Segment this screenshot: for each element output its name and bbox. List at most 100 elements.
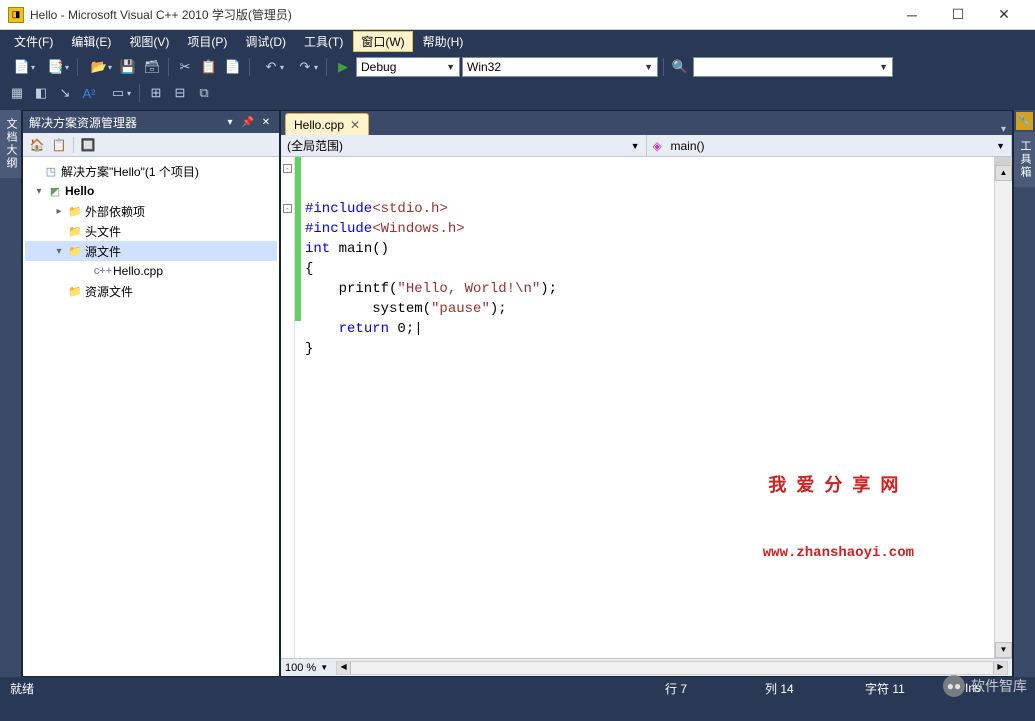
tb2-btn1[interactable]: ▦ — [6, 82, 28, 104]
project-icon: ◩ — [47, 183, 63, 199]
scroll-right-icon[interactable]: ▶ — [993, 662, 1007, 674]
tb2-btn3[interactable]: ↘ — [54, 82, 76, 104]
file-tab[interactable]: Hello.cpp ✕ — [285, 113, 369, 135]
menu-item[interactable]: 帮助(H) — [415, 31, 472, 52]
tb2-btn8[interactable]: ⧉ — [193, 82, 215, 104]
editor-footer: 100 %▼ ◀ ▶ — [281, 658, 1012, 676]
tree-file-node[interactable]: c++Hello.cpp — [25, 261, 277, 281]
status-ready: 就绪 — [10, 680, 70, 697]
tree-folder-node[interactable]: ▾📁源文件 — [25, 241, 277, 261]
code-line[interactable]: system("pause"); — [305, 299, 990, 319]
code-editor[interactable]: #include<stdio.h>#include<Windows.h>int … — [301, 157, 994, 658]
folder-icon: 📁 — [67, 203, 83, 219]
zoom-combo[interactable]: 100 %▼ — [285, 662, 328, 674]
tree-folder-node[interactable]: 📁头文件 — [25, 221, 277, 241]
scope-combo[interactable]: (全局范围)▼ — [281, 135, 647, 156]
doc-outline-tab[interactable]: 文档大纲 — [0, 110, 21, 178]
scroll-up-icon[interactable]: ▲ — [995, 165, 1012, 181]
code-line[interactable]: printf("Hello, World!\n"); — [305, 279, 990, 299]
split-handle[interactable] — [995, 157, 1012, 165]
nav-bar: (全局范围)▼ ◈ main()▼ — [281, 135, 1012, 157]
undo-button[interactable]: ↶ — [255, 56, 287, 78]
tb2-btn2[interactable]: ◧ — [30, 82, 52, 104]
menu-item[interactable]: 调试(D) — [237, 31, 294, 52]
tree-folder-node[interactable]: ▸📁外部依赖项 — [25, 201, 277, 221]
file-tab-label: Hello.cpp — [294, 118, 344, 132]
panel-dropdown-icon[interactable]: ▾ — [223, 115, 237, 129]
panel-pin-icon[interactable]: 📌 — [241, 115, 255, 129]
new-project-button[interactable]: 📄 — [6, 56, 38, 78]
code-line[interactable]: #include<stdio.h> — [305, 199, 990, 219]
project-node[interactable]: ▾ ◩ Hello — [25, 181, 277, 201]
scroll-left-icon[interactable]: ◀ — [337, 662, 351, 674]
sln-home-icon[interactable]: 🏠 — [27, 135, 47, 155]
folder-icon: 📁 — [67, 223, 83, 239]
window-title: Hello - Microsoft Visual C++ 2010 学习版(管理… — [30, 6, 889, 23]
tree-folder-node[interactable]: 📁资源文件 — [25, 281, 277, 301]
solution-explorer-panel: 解决方案资源管理器 ▾ 📌 ✕ 🏠 📋 🔲 ◳ 解决方案"Hello"(1 个项… — [22, 110, 280, 677]
menu-bar: 文件(F)编辑(E)视图(V)项目(P)调试(D)工具(T)窗口(W)帮助(H) — [0, 30, 1035, 52]
collapse-toggle[interactable]: - — [283, 164, 292, 173]
save-all-button[interactable]: 🗃 — [141, 56, 163, 78]
solution-icon: ◳ — [43, 163, 59, 179]
maximize-button[interactable]: ☐ — [935, 0, 981, 30]
code-line[interactable]: return 0; — [305, 319, 990, 339]
tb2-btn5[interactable]: ▭ — [102, 82, 134, 104]
cut-button[interactable]: ✂ — [174, 56, 196, 78]
folder-icon: 📁 — [67, 283, 83, 299]
code-line[interactable]: } — [305, 339, 990, 359]
sln-refresh-icon[interactable]: 📋 — [49, 135, 69, 155]
code-line[interactable]: #include<Windows.h> — [305, 219, 990, 239]
save-button[interactable]: 💾 — [117, 56, 139, 78]
member-combo[interactable]: ◈ main()▼ — [647, 135, 1013, 156]
watermark: 我爱分享网 www.zhanshaoyi.com — [763, 437, 914, 603]
collapse-toggle[interactable]: - — [283, 204, 292, 213]
solution-tree[interactable]: ◳ 解决方案"Hello"(1 个项目) ▾ ◩ Hello ▸📁外部依赖项📁头… — [23, 157, 279, 676]
vertical-scrollbar[interactable]: ▲ ▼ — [994, 157, 1012, 658]
title-bar: ◨ Hello - Microsoft Visual C++ 2010 学习版(… — [0, 0, 1035, 30]
find-combo[interactable]: ▼ — [693, 57, 893, 77]
tabstrip-dropdown-icon[interactable]: ▾ — [995, 124, 1012, 135]
menu-item[interactable]: 视图(V) — [121, 31, 177, 52]
open-file-button[interactable]: 📂 — [83, 56, 115, 78]
menu-item[interactable]: 项目(P) — [179, 31, 235, 52]
status-col: 列 14 — [765, 680, 825, 697]
paste-button[interactable]: 📄 — [222, 56, 244, 78]
solution-node[interactable]: ◳ 解决方案"Hello"(1 个项目) — [25, 161, 277, 181]
panel-close-icon[interactable]: ✕ — [259, 115, 273, 129]
config-combo[interactable]: Debug▼ — [356, 57, 460, 77]
outline-margin[interactable]: -- — [281, 157, 295, 658]
menu-item[interactable]: 文件(F) — [6, 31, 61, 52]
code-line[interactable]: int main() — [305, 239, 990, 259]
left-dock: 文档大纲 — [0, 110, 22, 677]
code-line[interactable]: { — [305, 259, 990, 279]
main-area: 文档大纲 解决方案资源管理器 ▾ 📌 ✕ 🏠 📋 🔲 ◳ 解决方案"Hello"… — [0, 110, 1035, 677]
sln-properties-icon[interactable]: 🔲 — [78, 135, 98, 155]
cpp-file-icon: c++ — [95, 263, 111, 279]
method-icon: ◈ — [653, 139, 667, 153]
scroll-down-icon[interactable]: ▼ — [995, 642, 1012, 658]
menu-item[interactable]: 编辑(E) — [63, 31, 119, 52]
redo-button[interactable]: ↷ — [289, 56, 321, 78]
status-bar: 就绪 行 7 列 14 字符 11 Ins — [0, 677, 1035, 699]
app-icon: ◨ — [8, 7, 24, 23]
horizontal-scrollbar[interactable]: ◀ ▶ — [336, 661, 1008, 675]
menu-item[interactable]: 工具(T) — [296, 31, 351, 52]
toolbox-tab[interactable]: 工具箱 — [1014, 132, 1035, 187]
code-area: -- #include<stdio.h>#include<Windows.h>i… — [281, 157, 1012, 658]
folder-open-icon: 📁 — [67, 243, 83, 259]
brand-badge-icon: ●● — [943, 675, 965, 697]
find-button[interactable]: 🔍 — [669, 56, 691, 78]
platform-combo[interactable]: Win32▼ — [462, 57, 658, 77]
close-button[interactable]: ✕ — [981, 0, 1027, 30]
add-item-button[interactable]: 📑 — [40, 56, 72, 78]
tb2-btn4[interactable]: A² — [78, 82, 100, 104]
copy-button[interactable]: 📋 — [198, 56, 220, 78]
tb2-btn7[interactable]: ⊟ — [169, 82, 191, 104]
file-tab-close-icon[interactable]: ✕ — [350, 118, 360, 132]
start-debug-button[interactable]: ▶ — [332, 56, 354, 78]
menu-item[interactable]: 窗口(W) — [353, 31, 412, 52]
toolbar-area: 📄 📑 📂 💾 🗃 ✂ 📋 📄 ↶ ↷ ▶ Debug▼ Win32▼ 🔍 ▼ … — [0, 52, 1035, 110]
minimize-button[interactable]: ─ — [889, 0, 935, 30]
tb2-btn6[interactable]: ⊞ — [145, 82, 167, 104]
